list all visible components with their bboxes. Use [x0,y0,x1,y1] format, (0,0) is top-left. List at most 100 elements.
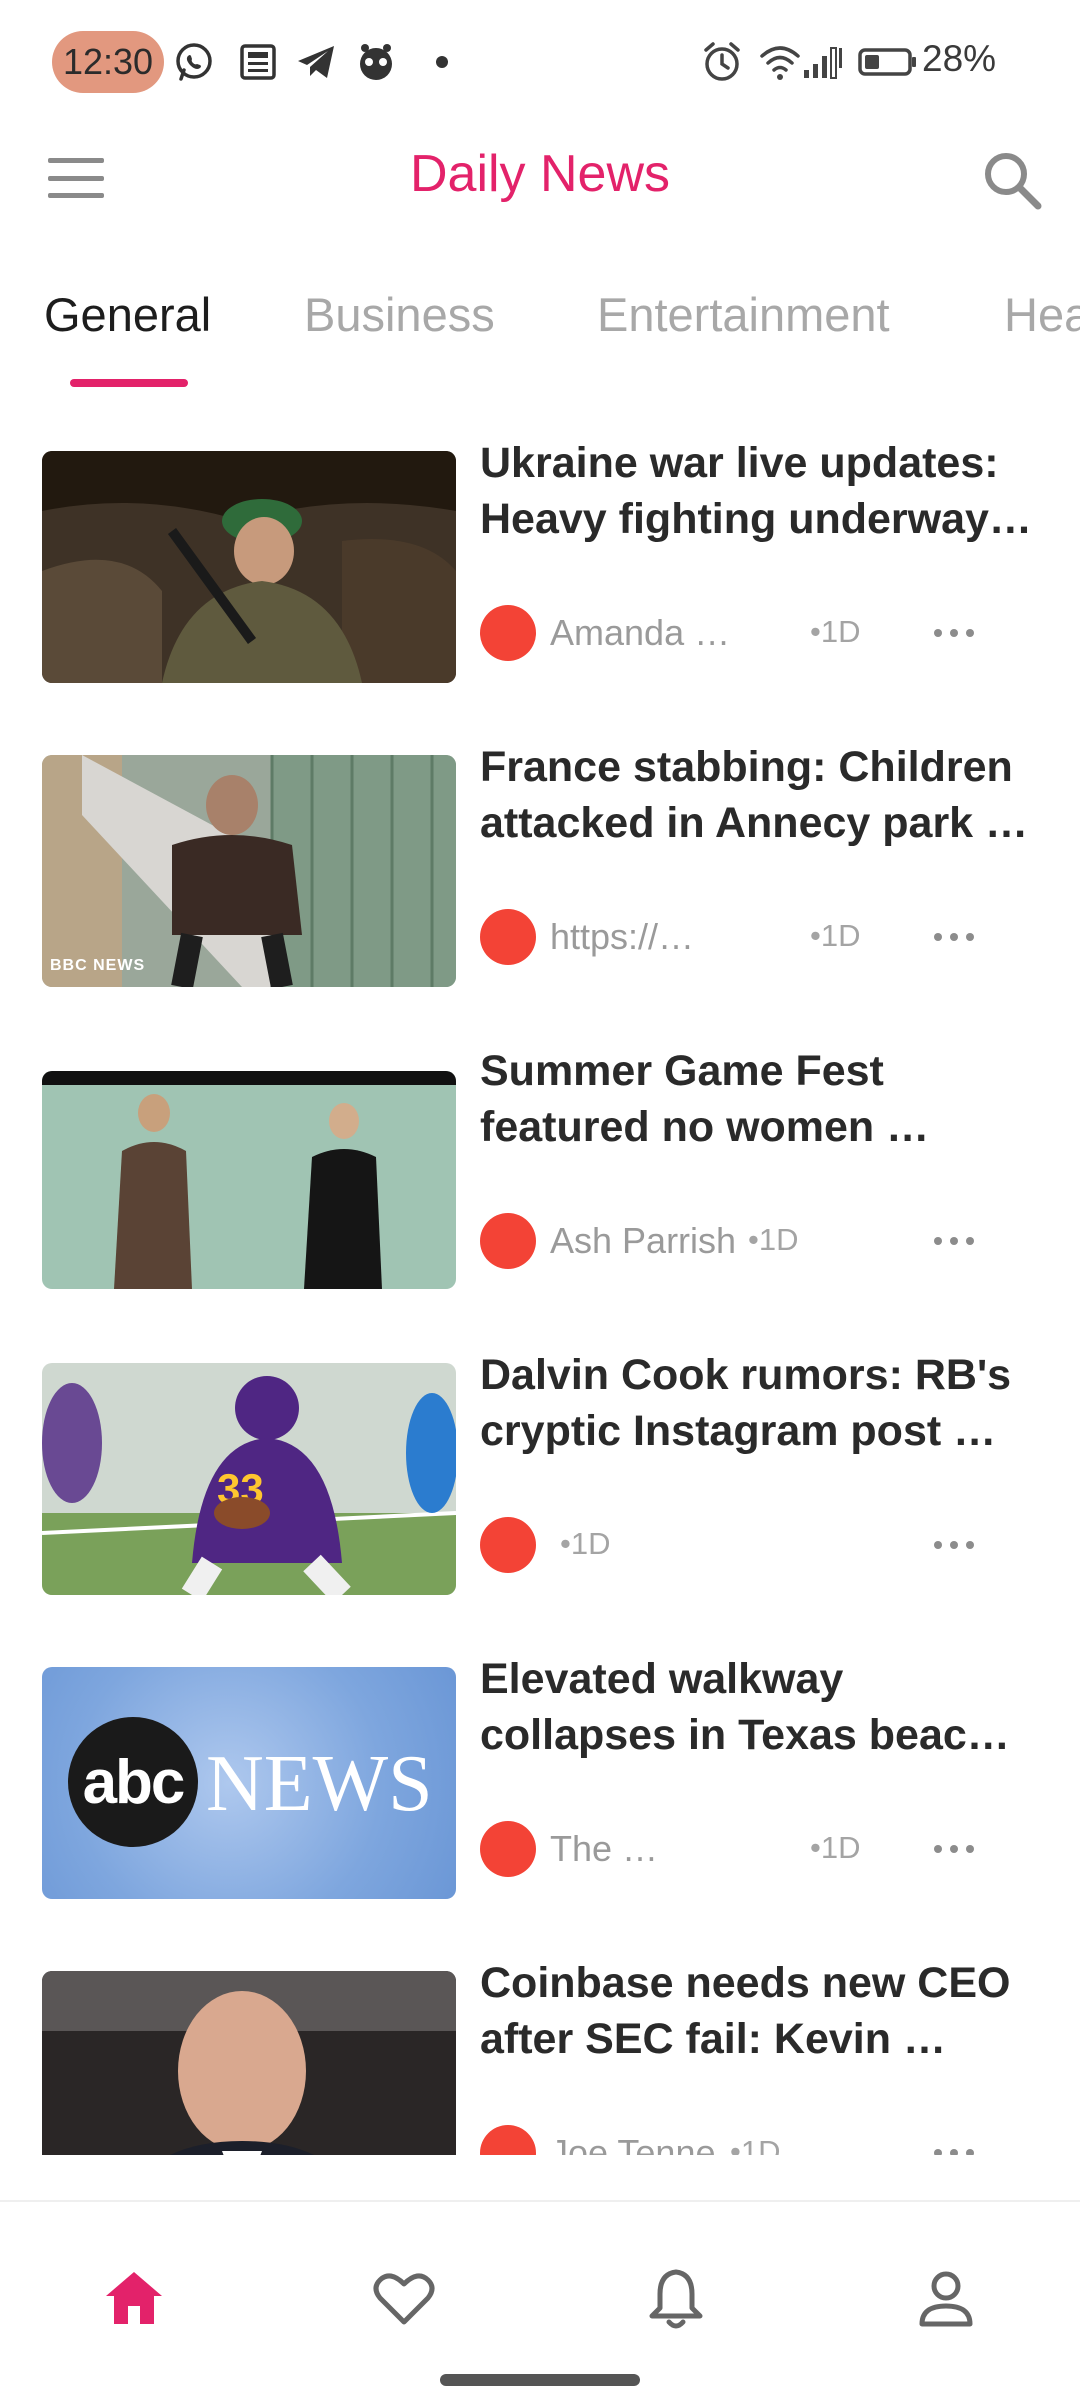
article-headline[interactable]: Dalvin Cook rumors: RB's cryptic Instagr… [480,1347,1048,1459]
news-item[interactable]: Summer Game Fest featured no women … Ash… [0,1033,1080,1293]
news-item[interactable]: Ukraine war live updates: Heavy fighting… [0,425,1080,685]
article-headline[interactable]: Coinbase needs new CEO after SEC fail: K… [480,1955,1048,2067]
tab-entertainment[interactable]: Entertainment [597,287,890,342]
battery-percent: 28% [922,38,997,79]
bot-icon [360,44,392,80]
article-author: https://… [550,916,695,957]
alarm-icon [704,42,740,81]
article-meta: Joe Tenne •1D [480,2123,1048,2155]
more-options-button[interactable] [928,1217,980,1265]
thumbnail-caption: BBC NEWS [50,957,146,974]
battery-icon [858,48,916,76]
more-options-button[interactable] [928,2129,980,2155]
article-author: Amanda … [550,612,731,653]
telegram-icon [298,46,334,78]
status-bar: 12:30 28% [0,0,1080,120]
article-thumbnail[interactable] [42,451,456,683]
tab-health[interactable]: Hea [1004,287,1080,342]
source-avatar [480,1821,536,1877]
article-author: The … [550,1828,659,1869]
article-headline[interactable]: France stabbing: Children attacked in An… [480,739,1048,851]
wifi-icon [760,46,800,80]
source-avatar [480,1517,536,1573]
search-icon[interactable] [976,144,1048,216]
article-age: •1D [810,918,861,953]
tab-indicator [70,379,188,387]
source-avatar [480,605,536,661]
abc-logo-mark: abc [68,1717,198,1847]
app-bar: Daily News [0,120,1080,235]
news-item[interactable]: abc NEWS Elevated walkway collapses in T… [0,1641,1080,1901]
football-image: 33 [42,1363,456,1595]
source-avatar [480,909,536,965]
article-age: •1D [560,1526,611,1561]
soldier-image [42,451,456,683]
more-icon-dot [934,1541,942,1549]
more-icon-dot [966,1237,974,1245]
article-thumbnail[interactable] [42,1971,456,2155]
more-options-button[interactable] [928,1825,980,1873]
more-icon-dot [966,629,974,637]
gesture-handle[interactable] [440,2374,640,2386]
abc-logo-word: NEWS [206,1740,433,1828]
news-item[interactable]: Coinbase needs new CEO after SEC fail: K… [0,1945,1080,2155]
presenters-image [42,1071,456,1289]
more-icon-dot [950,2149,958,2155]
tab-general[interactable]: General [44,287,211,342]
more-icon-dot [934,2149,942,2155]
more-icon-dot [934,629,942,637]
source-avatar [480,1213,536,1269]
more-icon-dot [966,1845,974,1853]
source-avatar [480,2125,536,2155]
article-thumbnail[interactable]: 33 [42,1363,456,1595]
more-icon-dot [934,933,942,941]
profile-icon[interactable] [910,2262,982,2334]
article-headline[interactable]: Elevated walkway collapses in Texas beac… [480,1651,1048,1763]
article-meta: https://… •1D [480,907,1048,967]
news-item[interactable]: 33 Dalvin Cook rumors: RB's cryptic Inst… [0,1337,1080,1597]
app-title: Daily News [409,145,671,203]
tab-business[interactable]: Business [304,287,495,342]
category-tabs: General Business Entertainment Hea [0,255,1080,395]
more-options-button[interactable] [928,913,980,961]
home-icon[interactable] [98,2262,170,2334]
article-author: Ash Parrish [550,1220,737,1261]
more-icon-dot [950,1237,958,1245]
more-options-button[interactable] [928,609,980,657]
article-meta: •1D [480,1515,1048,1575]
signal-icon [804,47,842,79]
more-icon-dot [966,933,974,941]
article-age: •1D [730,2134,781,2155]
park-image [42,755,456,987]
article-thumbnail[interactable]: BBC NEWS [42,755,456,987]
dot-icon [436,56,448,68]
more-icon-dot [934,1237,942,1245]
whatsapp-icon [176,43,212,81]
article-age: •1D [748,1222,799,1257]
article-meta: Ash Parrish •1D [480,1211,1048,1271]
heart-icon[interactable] [368,2262,440,2334]
article-meta: The … •1D [480,1819,1048,1879]
bell-icon[interactable] [640,2262,712,2334]
news-item[interactable]: BBC NEWS France stabbing: Children attac… [0,729,1080,989]
news-icon [240,44,276,80]
news-list: Ukraine war live updates: Heavy fighting… [0,425,1080,2155]
more-icon-dot [966,2149,974,2155]
more-icon-dot [950,1541,958,1549]
portrait-image [42,1971,456,2155]
more-icon-dot [966,1541,974,1549]
more-options-button[interactable] [928,1521,980,1569]
bottom-navigation [0,2200,1080,2400]
article-age: •1D [810,1830,861,1865]
article-headline[interactable]: Ukraine war live updates: Heavy fighting… [480,435,1048,547]
article-thumbnail[interactable] [42,1071,456,1289]
article-thumbnail[interactable]: abc NEWS [42,1667,456,1899]
article-age: •1D [810,614,861,649]
more-icon-dot [950,933,958,941]
more-icon-dot [950,1845,958,1853]
status-time: 12:30 [52,31,164,93]
article-meta: Amanda … •1D [480,603,1048,663]
article-headline[interactable]: Summer Game Fest featured no women … [480,1043,1048,1155]
more-icon-dot [950,629,958,637]
article-author: Joe Tenne [550,2132,716,2155]
